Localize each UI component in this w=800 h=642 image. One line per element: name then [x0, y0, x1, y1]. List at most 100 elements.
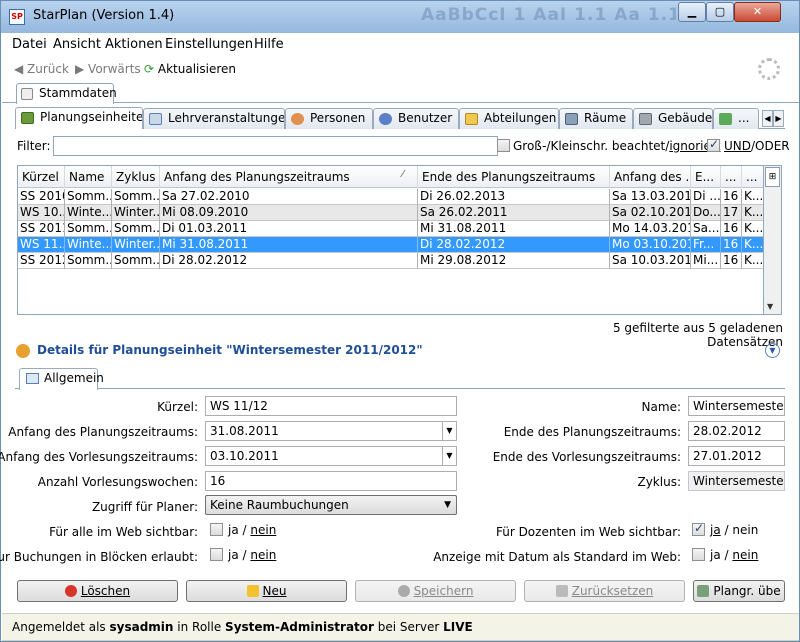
tab-scroll-right-button[interactable]: ▶ [773, 110, 784, 127]
table-row[interactable]: WS 10...Winte...Winter...Mi 08.09.2010Sa… [18, 205, 764, 221]
table-cell: Di 28.02.2012 [418, 237, 610, 253]
zyklus-field: Wintersemester [688, 471, 785, 491]
bloecke-checkbox[interactable] [210, 548, 223, 561]
tab-gebaeude[interactable]: Gebäude [633, 108, 713, 129]
delete-button[interactable]: Löschen [17, 580, 178, 602]
table-row[interactable]: SS 2010 Somm... Somm... Sa 27.02.2010 Di 26.… [18, 189, 763, 205]
date-picker-button[interactable]: ▼ [442, 422, 456, 440]
table-cell: K... [744, 237, 764, 251]
ende-vorlesungszeitraum-label: Ende des Vorlesungszeitraums: [492, 450, 681, 464]
column-header[interactable]: ... [721, 166, 742, 188]
table-cell: Winter... [114, 237, 160, 253]
menu-aktionen[interactable]: Aktionen [105, 37, 163, 52]
menu-ansicht[interactable]: Ansicht [53, 37, 101, 52]
forward-button[interactable]: ▶ Vorwärts [75, 62, 141, 76]
table-cell: 17 [721, 205, 742, 221]
column-header[interactable]: Anfang des ... [610, 166, 691, 188]
ende-planungszeitraum-field[interactable]: 28.02.2012 [688, 421, 785, 441]
table-row[interactable]: SS 2012 Somm... Somm... Di 28.02.2012 Mi 29.… [18, 253, 763, 269]
tab-allgemein[interactable]: Allgemein [19, 368, 104, 390]
column-header[interactable]: ... [742, 166, 763, 188]
column-header[interactable]: Zyklus [112, 166, 160, 188]
name-field[interactable]: Wintersemester 2 [688, 396, 785, 416]
date-picker-button[interactable]: ▼ [442, 447, 456, 465]
chevron-down-icon: ▼ [444, 500, 451, 510]
title-bar: SP StarPlan (Version 1.4) AaBbCcI 1 AaI … [1, 1, 799, 33]
user-icon [379, 113, 392, 125]
dozenten-sichtbar-checkbox[interactable] [692, 521, 705, 536]
column-selector-button[interactable]: ⊞ [765, 167, 780, 187]
anfang-vorlesungszeitraum-label: Anfang des Vorlesungszeitraums: [0, 450, 198, 464]
table-cell: Mi 29.08.2012 [418, 253, 610, 269]
tab-stammdaten[interactable]: Stammdaten [16, 83, 117, 104]
close-button[interactable]: ✕ [734, 2, 781, 22]
zugriff-planer-select[interactable]: Keine Raumbuchungen ▼ [205, 495, 457, 515]
column-header[interactable]: Ende des Planungszeitraums [418, 166, 610, 188]
tab-abteilungen[interactable]: Abteilungen [459, 108, 559, 129]
window-title: StarPlan (Version 1.4) [33, 8, 175, 23]
column-header[interactable]: Anfang des Planungszeitraums [160, 166, 418, 188]
table-cell: Somm... [114, 221, 160, 237]
back-arrow-icon: ◀ [14, 62, 28, 76]
and-or-checkbox[interactable] [707, 137, 720, 152]
menu-einstellungen[interactable]: Einstellungen [165, 37, 253, 52]
web-sichtbar-checkbox[interactable] [210, 523, 223, 536]
column-header[interactable]: Name [65, 166, 112, 188]
table-cell: Mo 14.03.2011 [610, 221, 691, 237]
table-vertical-scrollbar[interactable]: ⊞ ▼ [764, 165, 782, 315]
tab-raeume[interactable]: Räume [559, 108, 633, 129]
menu-hilfe[interactable]: Hilfe [254, 37, 284, 52]
table-cell: Di 01.03.2011 [160, 221, 418, 237]
refresh-button[interactable]: ⟳ Aktualisieren [144, 62, 236, 76]
table-cell: Winte... [67, 237, 112, 253]
case-sensitive-label: Groß-/Kleinschr. beachtet/ignoriert [513, 139, 721, 153]
table-row[interactable]: WS 11...Winte...Winter...Mi 31.08.2011Di… [18, 237, 764, 253]
tab-lehrveranstaltungen[interactable]: Lehrveranstaltungen [143, 108, 285, 129]
and-or-label: UND/ODER [724, 139, 790, 153]
zugriff-planer-label: Zugriff für Planer: [91, 500, 198, 514]
filter-input[interactable] [53, 136, 498, 156]
table-cell: K... [744, 205, 764, 219]
details-icon [16, 344, 30, 358]
datum-standard-checkbox[interactable] [692, 548, 705, 561]
save-button[interactable]: Speichern [355, 580, 516, 602]
datum-standard-options: ja / nein [710, 548, 759, 562]
anzahl-vorlesungswochen-field[interactable]: 16 [205, 471, 457, 491]
reset-button[interactable]: Zurücksetzen [524, 580, 685, 602]
plangruppe-button[interactable]: Plangr. übe [693, 580, 785, 602]
new-button[interactable]: Neu [186, 580, 347, 602]
kuerzel-field[interactable]: WS 11/12 [205, 396, 457, 416]
tab-scroll-left-button[interactable]: ◀ [762, 110, 773, 127]
tab-personen[interactable]: Personen [285, 108, 373, 129]
column-header[interactable]: Kürzel [18, 166, 65, 188]
back-button[interactable]: ◀ Zurück [14, 62, 69, 76]
collapse-details-icon[interactable]: ▼ [765, 343, 780, 358]
table-header: Kürzel Name Zyklus Anfang des Planungszeitr… [18, 166, 763, 188]
tab-more[interactable]: ... [713, 108, 759, 129]
tab-benutzer[interactable]: Benutzer [373, 108, 459, 129]
menu-bar: Datei Ansicht Aktionen Einstellungen Hil… [2, 34, 799, 55]
menu-datei[interactable]: Datei [12, 37, 47, 52]
maximize-button[interactable]: ▢ [706, 2, 734, 22]
table-cell: 16 [721, 221, 742, 237]
ende-vorlesungszeitraum-field[interactable]: 27.01.2012 [688, 446, 785, 466]
anfang-planungszeitraum-field[interactable]: 31.08.2011 ▼ [205, 421, 457, 441]
table-cell: Sa 26.02.2011 [418, 205, 610, 221]
ende-planungszeitraum-label: Ende des Planungszeitraums: [503, 425, 681, 439]
refresh-icon: ⟳ [144, 62, 158, 76]
anfang-vorlesungszeitraum-field[interactable]: 03.10.2011 ▼ [205, 446, 457, 466]
column-header[interactable]: E... [691, 166, 721, 188]
table-cell: Sa 13.03.2010 [612, 189, 691, 205]
table-cell: Mo 03.10.2011 [610, 237, 691, 253]
table-cell: Di 28.02.2012 [160, 253, 418, 269]
table-cell: Di ... [693, 189, 721, 205]
scroll-down-icon[interactable]: ▼ [767, 302, 773, 311]
table-cell: Fr... [691, 237, 721, 253]
table-row[interactable]: SS 2011 Somm... Somm... Di 01.03.2011 Mi 31.… [18, 221, 763, 237]
forward-arrow-icon: ▶ [75, 62, 89, 76]
tab-planungseinheiten[interactable]: Planungseinheiten [15, 107, 143, 129]
minimize-button[interactable]: ▁ [678, 2, 706, 22]
case-sensitive-checkbox[interactable] [497, 139, 510, 152]
table-cell: Sa 02.10.2010 [612, 205, 691, 221]
planungseinheiten-table: Kürzel Name Zyklus Anfang des Planungszeitr… [17, 165, 764, 315]
